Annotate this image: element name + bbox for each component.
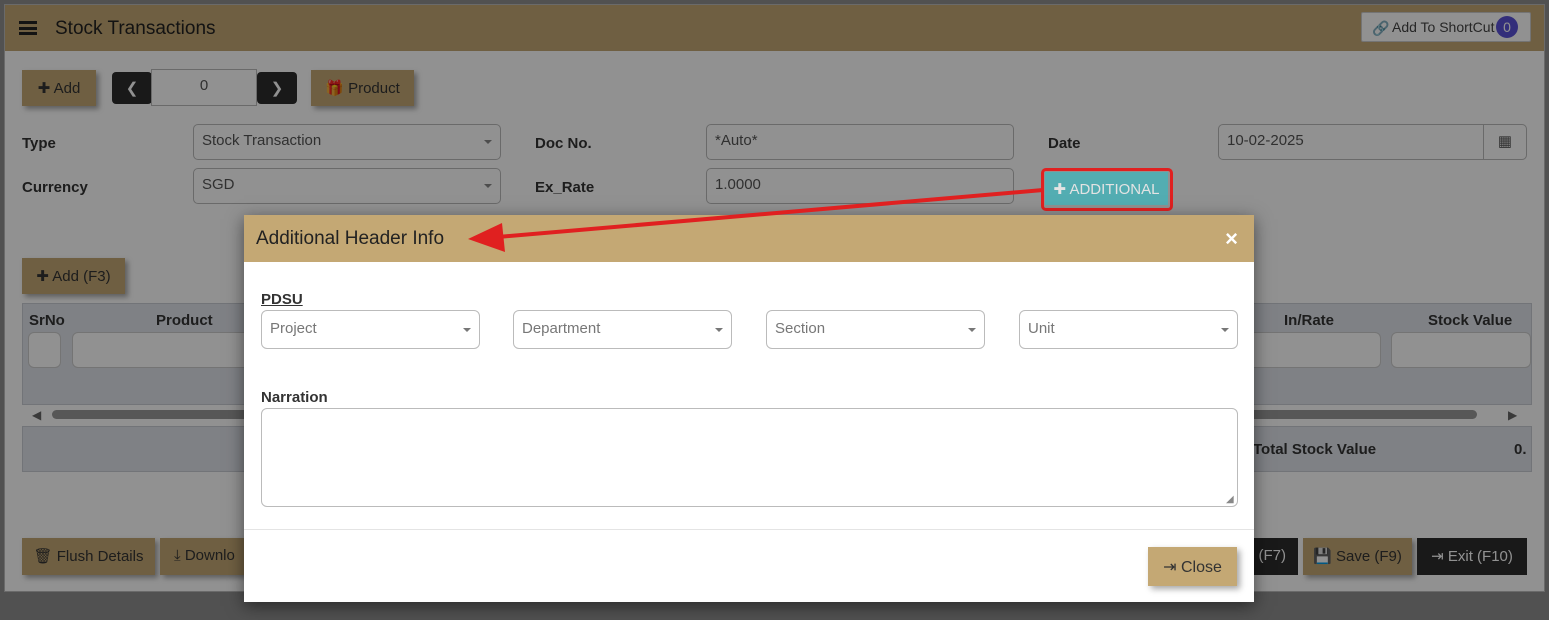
close-button[interactable]: ⇥ Close (1148, 547, 1237, 586)
narration-label: Narration (261, 389, 328, 406)
narration-textarea[interactable] (261, 408, 1238, 507)
modal-header: Additional Header Info × (244, 215, 1254, 262)
close-label: Close (1180, 559, 1222, 576)
unit-placeholder: Unit (1028, 320, 1055, 337)
project-select[interactable]: Project (261, 310, 480, 349)
close-icon[interactable]: × (1225, 226, 1238, 252)
resize-grip-icon[interactable]: ◢ (1226, 494, 1234, 505)
project-placeholder: Project (270, 320, 317, 337)
annotation-highlight-box (1041, 168, 1173, 211)
department-placeholder: Department (522, 320, 601, 337)
chevron-down-icon (715, 328, 723, 332)
chevron-down-icon (463, 328, 471, 332)
section-select[interactable]: Section (766, 310, 985, 349)
chevron-down-icon (1221, 328, 1229, 332)
unit-select[interactable]: Unit (1019, 310, 1238, 349)
modal-divider (244, 529, 1254, 530)
chevron-down-icon (968, 328, 976, 332)
modal-title: Additional Header Info (256, 228, 445, 249)
section-placeholder: Section (775, 320, 826, 337)
pdsu-label: PDSU (261, 291, 303, 308)
exit-icon: ⇥ (1163, 559, 1181, 576)
additional-header-info-modal: Additional Header Info × PDSU Project De… (244, 215, 1254, 602)
department-select[interactable]: Department (513, 310, 732, 349)
